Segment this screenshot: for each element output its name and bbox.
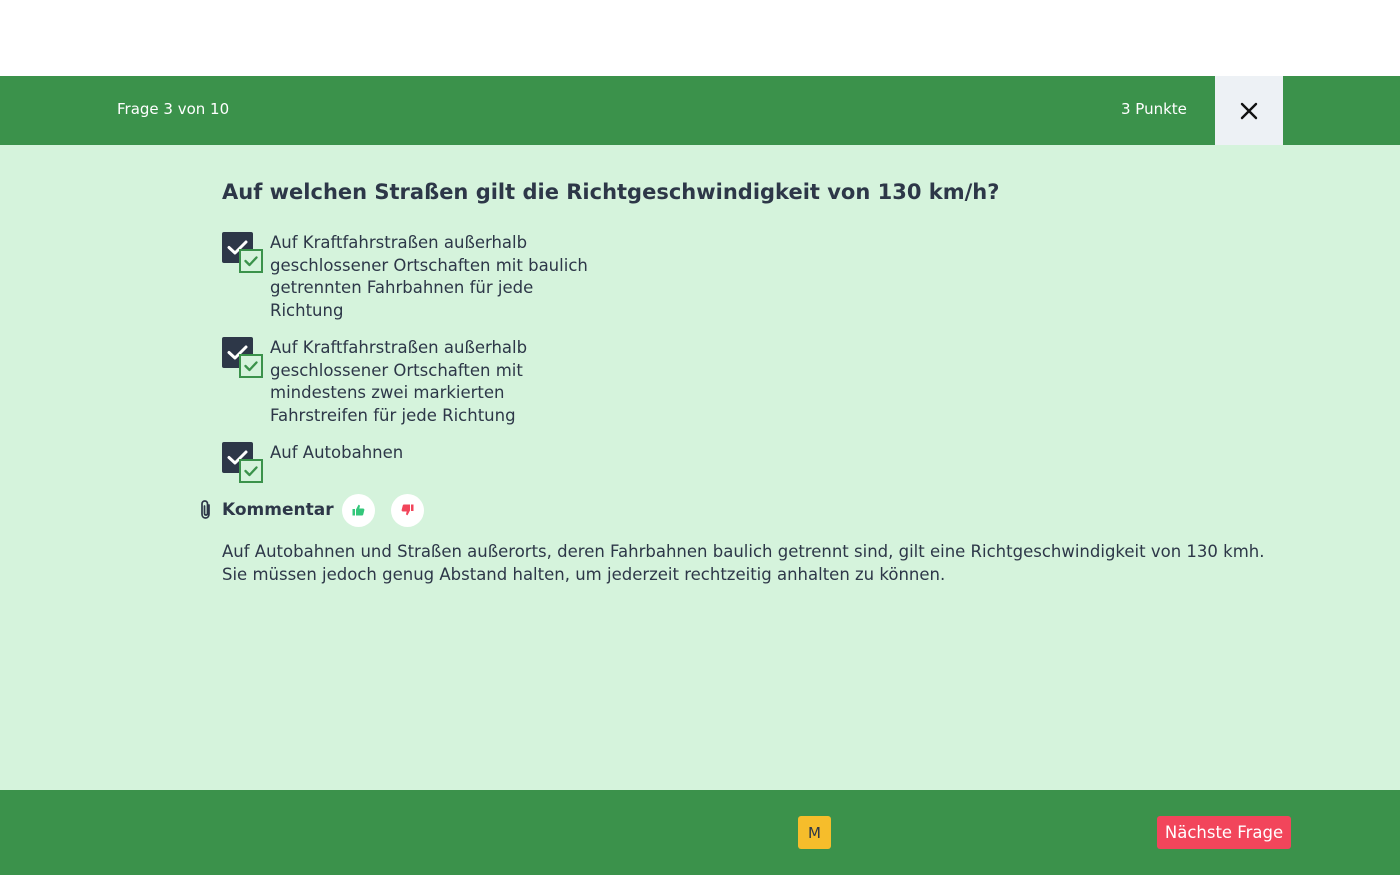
next-question-button[interactable]: Nächste Frage — [1157, 816, 1291, 849]
mark-question-button[interactable]: M — [798, 816, 831, 849]
correct-indicator — [239, 459, 263, 483]
comment-header: Kommentar — [196, 493, 424, 527]
footer-bar: M Nächste Frage — [0, 790, 1400, 875]
correct-indicator — [239, 249, 263, 273]
answer-checkbox[interactable] — [222, 442, 264, 484]
close-button[interactable] — [1215, 76, 1283, 145]
close-icon — [1240, 102, 1258, 119]
correct-check-icon — [244, 361, 258, 372]
answer-text: Auf Kraftfahrstraßen außerhalb geschloss… — [270, 338, 528, 425]
correct-check-icon — [244, 466, 258, 477]
answer-option[interactable]: Auf Kraftfahrstraßen außerhalb geschloss… — [222, 337, 642, 427]
correct-check-icon — [244, 256, 258, 267]
correct-indicator — [239, 354, 263, 378]
answer-text: Auf Autobahnen — [270, 443, 404, 462]
paperclip-icon — [201, 500, 210, 519]
comment-label: Kommentar — [222, 500, 334, 520]
question-area: Auf welchen Straßen gilt die Richtgeschw… — [0, 145, 1400, 790]
question-header: Frage 3 von 10 3 Punkte — [0, 76, 1400, 145]
answer-option[interactable]: Auf Autobahnen — [222, 442, 642, 484]
thumbs-down-button[interactable] — [390, 493, 424, 527]
answer-option[interactable]: Auf Kraftfahrstraßen außerhalb geschloss… — [222, 232, 642, 322]
thumbs-down-icon — [401, 504, 414, 516]
question-points: 3 Punkte — [1121, 100, 1187, 118]
thumbs-up-button[interactable] — [341, 493, 375, 527]
thumbs-up-icon — [352, 504, 364, 516]
answer-checkbox[interactable] — [222, 232, 264, 274]
comment-text: Auf Autobahnen und Straßen außerorts, de… — [222, 542, 1265, 584]
question-progress: Frage 3 von 10 — [117, 100, 230, 118]
answer-checkbox[interactable] — [222, 337, 264, 379]
question-text: Auf welchen Straßen gilt die Richtgeschw… — [222, 180, 1000, 204]
answer-text: Auf Kraftfahrstraßen außerhalb geschloss… — [270, 233, 588, 320]
